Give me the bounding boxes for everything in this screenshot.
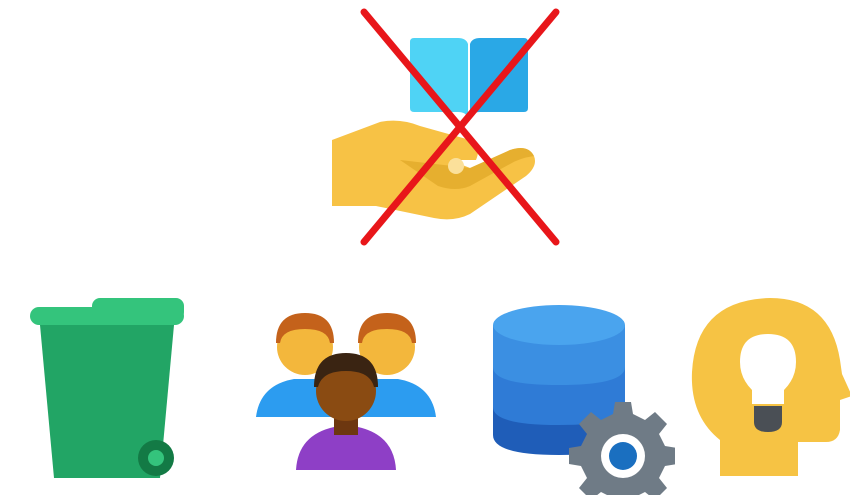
database-settings-icon xyxy=(493,305,675,495)
hand-giving-book-icon xyxy=(332,8,560,246)
trash-bin-icon xyxy=(30,298,184,478)
idea-head-icon xyxy=(691,298,850,476)
user-group-icon xyxy=(256,313,436,470)
